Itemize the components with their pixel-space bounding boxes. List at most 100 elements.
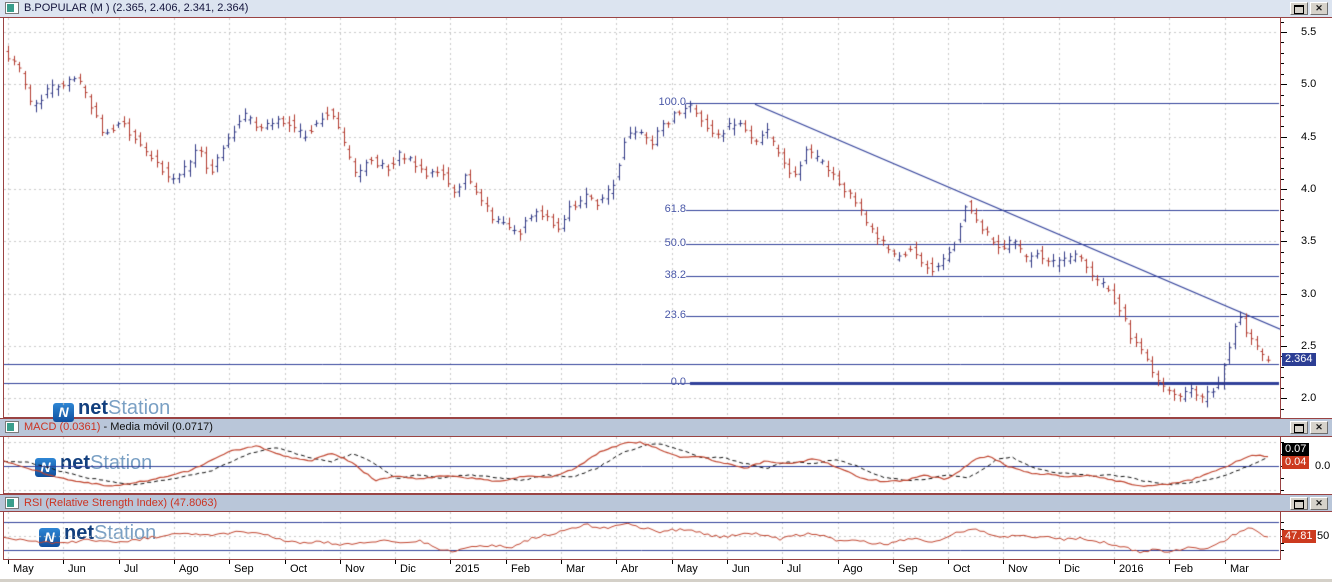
time-axis-label: 2016 [1119, 563, 1143, 575]
macd-header: MACD (0.0361) - Media móvil (0.0717) ✕ [0, 418, 1332, 437]
macd-axis-tick [1281, 490, 1284, 491]
price-axis-tick [1281, 63, 1284, 64]
macd-close-button[interactable]: ✕ [1310, 421, 1328, 434]
time-axis-label: Mar [566, 563, 585, 575]
price-axis-tick [1281, 105, 1284, 106]
time-axis-label: Jun [732, 563, 750, 575]
rsi-maximize-button[interactable] [1290, 497, 1308, 510]
time-axis-tick [782, 560, 783, 564]
netstation-chart-window: B.POPULAR (M ) (2.365, 2.406, 2.341, 2.3… [0, 0, 1332, 582]
macd-y-axis: 0.07 0.04 0.0 [1281, 437, 1332, 494]
maximize-button[interactable] [1290, 2, 1308, 15]
price-y-axis: 2.364 5.55.04.54.03.53.02.52.0 [1281, 18, 1332, 418]
price-axis-tick [1281, 189, 1287, 190]
fib-level-label: 100.0 [644, 96, 686, 108]
fib-level-label: 50.0 [644, 237, 686, 249]
time-axis-label: Ago [179, 563, 199, 575]
macd-canvas[interactable] [4, 437, 1280, 493]
time-axis-tick [1225, 560, 1226, 564]
price-axis-tick [1281, 84, 1287, 85]
price-axis-tick [1281, 22, 1284, 23]
rsi-header: RSI (Relative Strength Index) (47.8063) … [0, 494, 1332, 512]
time-axis-label: Oct [290, 563, 307, 575]
price-axis-tick [1281, 210, 1284, 211]
price-axis-tick [1281, 32, 1287, 33]
price-axis-tick [1281, 398, 1287, 399]
price-axis-label: 2.5 [1301, 340, 1316, 352]
price-axis-tick [1281, 231, 1284, 232]
time-axis-tick [838, 560, 839, 564]
rsi-50-label: 50 [1317, 530, 1329, 542]
rsi-panel: NnetStation [3, 512, 1281, 560]
price-axis-tick [1281, 283, 1284, 284]
price-axis-tick [1281, 325, 1284, 326]
macd-panel: NnetStation [3, 437, 1281, 494]
price-axis-tick [1281, 336, 1284, 337]
rsi-canvas[interactable] [4, 512, 1280, 559]
macd-signal-badge: 0.07 [1282, 443, 1309, 456]
price-chart-canvas[interactable] [4, 18, 1280, 417]
price-axis-tick [1281, 367, 1284, 368]
time-axis-tick [229, 560, 230, 564]
time-axis-tick [616, 560, 617, 564]
close-button[interactable]: ✕ [1310, 2, 1328, 15]
time-axis-tick [506, 560, 507, 564]
rsi-axis-tick [1281, 543, 1284, 544]
price-axis-tick [1281, 273, 1284, 274]
time-axis-tick [561, 560, 562, 564]
macd-maximize-button[interactable] [1290, 421, 1308, 434]
time-axis-label: 2015 [455, 563, 479, 575]
rsi-title: RSI (Relative Strength Index) (47.8063) [24, 497, 217, 509]
time-axis-label: Dic [400, 563, 416, 575]
price-axis-label: 5.0 [1301, 78, 1316, 90]
rsi-close-button[interactable]: ✕ [1310, 497, 1328, 510]
time-axis-label: Ago [843, 563, 863, 575]
fib-level-label: 23.6 [644, 309, 686, 321]
price-axis-tick [1281, 42, 1284, 43]
macd-panel-icon [5, 421, 19, 433]
time-axis-label: May [677, 563, 698, 575]
time-axis-label: Mar [1230, 563, 1249, 575]
time-axis-tick [119, 560, 120, 564]
rsi-axis-tick [1281, 522, 1284, 523]
time-axis-label: Feb [511, 563, 530, 575]
chart-icon [5, 2, 19, 14]
time-axis: MayJunJulAgoSepOctNovDic2015FebMarAbrMay… [0, 560, 1332, 579]
price-axis-tick [1281, 388, 1284, 389]
price-axis-tick [1281, 220, 1284, 221]
price-axis-tick [1281, 74, 1284, 75]
time-axis-tick [893, 560, 894, 564]
price-axis-tick [1281, 116, 1284, 117]
time-axis-label: Feb [1174, 563, 1193, 575]
price-axis-tick [1281, 252, 1284, 253]
price-axis-tick [1281, 137, 1287, 138]
price-axis-tick [1281, 241, 1287, 242]
price-axis-tick [1281, 95, 1284, 96]
price-axis-label: 4.5 [1301, 131, 1316, 143]
time-axis-label: Oct [953, 563, 970, 575]
time-axis-tick [63, 560, 64, 564]
time-axis-tick [948, 560, 949, 564]
time-axis-label: Sep [898, 563, 918, 575]
time-axis-label: Sep [234, 563, 254, 575]
price-axis-tick [1281, 377, 1284, 378]
macd-zero-label: 0.0 [1315, 460, 1330, 472]
macd-value-badge: 0.04 [1282, 456, 1309, 469]
time-axis-label: Jul [787, 563, 801, 575]
main-titlebar: B.POPULAR (M ) (2.365, 2.406, 2.341, 2.3… [0, 0, 1332, 18]
time-axis-label: Nov [1008, 563, 1028, 575]
time-axis-label: May [13, 563, 34, 575]
price-axis-tick [1281, 409, 1284, 410]
price-axis-tick [1281, 304, 1284, 305]
price-axis-tick [1281, 199, 1284, 200]
price-axis-tick [1281, 262, 1284, 263]
macd-title: MACD (0.0361) - Media móvil (0.0717) [24, 421, 213, 433]
fib-level-label: 61.8 [644, 203, 686, 215]
price-axis-tick [1281, 346, 1287, 347]
time-axis-tick [1114, 560, 1115, 564]
time-axis-tick [340, 560, 341, 564]
price-axis-tick [1281, 179, 1284, 180]
price-axis-tick [1281, 294, 1287, 295]
price-axis-tick [1281, 147, 1284, 148]
time-axis-tick [1003, 560, 1004, 564]
